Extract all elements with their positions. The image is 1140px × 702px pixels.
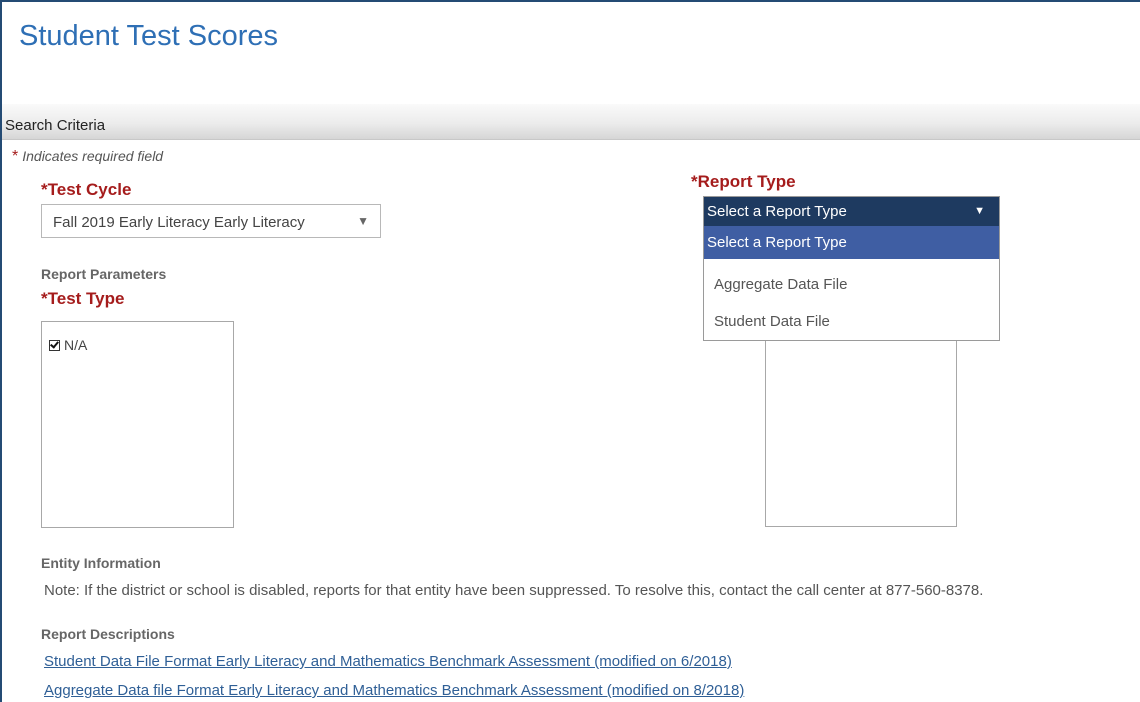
report-type-label: *Report Type — [691, 172, 796, 191]
chevron-down-icon: ▼ — [357, 214, 369, 228]
test-cycle-select[interactable]: Fall 2019 Early Literacy Early Literacy … — [41, 204, 381, 238]
entity-note: Note: If the district or school is disab… — [44, 582, 984, 599]
entity-information-heading: Entity Information — [41, 555, 161, 571]
page-title: Student Test Scores — [19, 20, 279, 52]
report-type-option-placeholder[interactable]: Select a Report Type — [704, 226, 999, 259]
test-cycle-label: *Test Cycle — [41, 180, 132, 199]
aggregate-data-file-format-link[interactable]: Aggregate Data file Format Early Literac… — [44, 682, 744, 699]
test-type-list[interactable]: N/A — [41, 321, 234, 528]
option-label: Select a Report Type — [707, 234, 847, 251]
report-list-box[interactable] — [765, 330, 957, 527]
report-type-value: Select a Report Type — [707, 203, 847, 220]
report-type-option-aggregate[interactable]: Aggregate Data File — [704, 266, 999, 302]
test-cycle-value: Fall 2019 Early Literacy Early Literacy — [53, 214, 305, 231]
chevron-down-icon: ▼ — [974, 205, 985, 217]
required-field-note: * Indicates required field — [12, 148, 163, 166]
option-label: Student Data File — [714, 313, 830, 330]
test-type-option-label: N/A — [64, 337, 88, 353]
test-type-option[interactable]: N/A — [49, 337, 87, 353]
report-type-select[interactable]: Select a Report Type ▼ — [704, 197, 999, 226]
report-type-option-student[interactable]: Student Data File — [704, 303, 999, 339]
required-note-text: Indicates required field — [22, 148, 164, 164]
option-label: Aggregate Data File — [714, 276, 848, 293]
student-data-file-format-link[interactable]: Student Data File Format Early Literacy … — [44, 653, 732, 670]
report-parameters-heading: Report Parameters — [41, 266, 167, 282]
test-type-label: *Test Type — [41, 289, 125, 308]
report-descriptions-heading: Report Descriptions — [41, 626, 175, 642]
required-star: * — [12, 148, 19, 165]
checkbox-checked-icon[interactable] — [49, 340, 60, 351]
report-type-dropdown[interactable]: Select a Report Type ▼ Select a Report T… — [703, 196, 1000, 341]
section-title: Search Criteria — [5, 117, 106, 134]
search-criteria-header: Search Criteria — [2, 104, 1140, 140]
